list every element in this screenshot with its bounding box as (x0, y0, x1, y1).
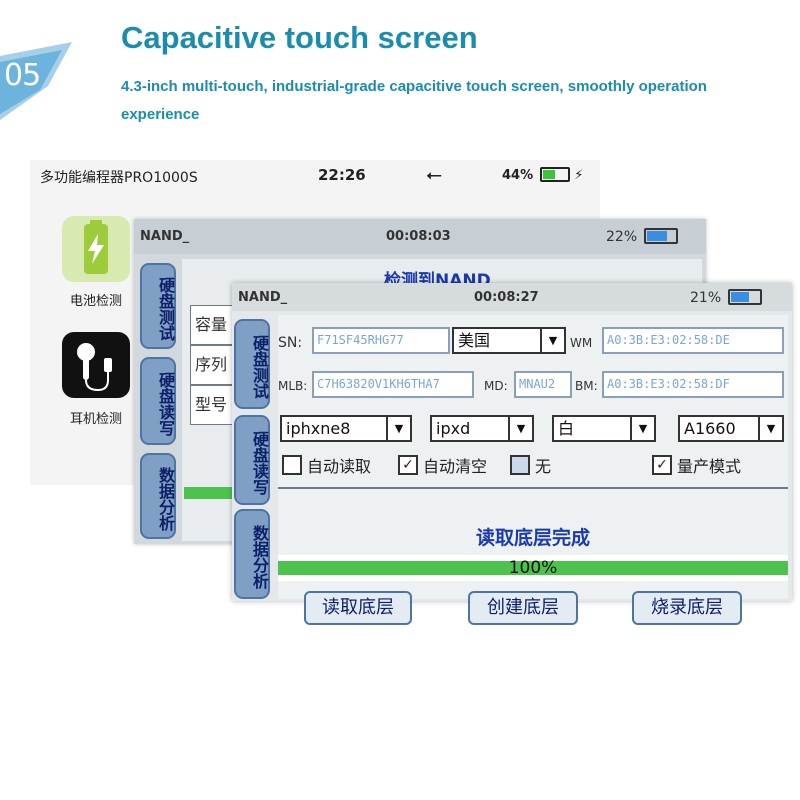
status-bar: NAND_ 00:08:27 21% (232, 283, 792, 311)
color-select[interactable]: 白 ▼ (552, 415, 656, 442)
color-value: 白 (558, 419, 575, 438)
model-label: 型号 (190, 385, 236, 425)
battery-indicator: 22% (606, 228, 678, 245)
tab-disk-test[interactable]: 硬盘测试 (140, 263, 176, 349)
type-select[interactable]: ipxd ▼ (430, 415, 534, 442)
bm-field[interactable]: A0:3B:E3:02:58:DF (602, 371, 784, 398)
tab-disk-rw[interactable]: 硬盘读写 (234, 415, 270, 505)
clock: 00:08:03 (386, 229, 451, 244)
region-value: 美国 (458, 331, 491, 350)
sn-label: SN: (278, 335, 303, 351)
region-select[interactable]: 美国 ▼ (452, 327, 566, 354)
status-bar: NAND_ 00:08:03 22% (134, 219, 706, 254)
battery-percent: 21% (690, 290, 722, 306)
status-bar: 多功能编程器PRO1000S 22:26 ⭠ 44% ⚡ (30, 160, 600, 190)
model-select[interactable]: iphxne8 ▼ (280, 415, 412, 442)
mode-label: NAND_ (238, 290, 288, 305)
battery-charge-icon (84, 220, 108, 274)
device-title: 多功能编程器PRO1000S (40, 170, 198, 186)
md-field[interactable]: MNAU2 (514, 371, 572, 398)
serial-label: 序列 (190, 345, 236, 385)
mass-production-label: 量产模式 (677, 457, 742, 476)
check-icon: ✓ (652, 455, 672, 475)
disk-rw-screen: NAND_ 00:08:27 21% 硬盘测试 硬盘读写 数据分析 SN: F7… (232, 283, 792, 625)
clock: 22:26 (318, 166, 366, 184)
type-value: ipxd (436, 419, 471, 438)
version-select[interactable]: A1660 ▼ (678, 415, 784, 442)
wm-field[interactable]: A0:3B:E3:02:58:DE (602, 327, 784, 354)
earphone-test-app[interactable] (62, 332, 130, 398)
auto-read-label: 自动读取 (307, 457, 372, 476)
usb-icon: ⭠ (426, 162, 442, 186)
battery-icon (539, 167, 570, 182)
battery-icon (727, 289, 762, 305)
tab-data-analysis[interactable]: 数据分析 (234, 509, 270, 599)
auto-clear-checkbox[interactable]: ✓ 自动清空 (398, 453, 487, 477)
mlb-label: MLB: (278, 379, 308, 393)
none-checkbox[interactable]: 无 (510, 453, 551, 477)
md-label: MD: (484, 379, 508, 393)
burn-base-button[interactable]: 烧录底层 (632, 591, 742, 625)
section-number: 05 (4, 58, 41, 93)
page-title: Capacitive touch screen (121, 20, 478, 55)
battery-percent: 22% (606, 229, 638, 245)
divider (278, 487, 788, 489)
create-base-button[interactable]: 创建底层 (468, 591, 578, 625)
wm-label: WM (570, 336, 593, 350)
chevron-down-icon: ▼ (508, 417, 532, 440)
version-value: A1660 (684, 419, 736, 438)
status-message: 读取底层完成 (475, 527, 590, 549)
progress-bar: 100% (278, 555, 788, 581)
sn-field[interactable]: F71SF45RHG77 (312, 327, 450, 354)
read-base-button[interactable]: 读取底层 (304, 591, 412, 625)
chevron-down-icon: ▼ (630, 417, 654, 440)
chevron-down-icon: ▼ (540, 329, 564, 352)
none-label: 无 (535, 457, 552, 476)
chevron-down-icon: ▼ (386, 417, 410, 440)
battery-percent: 44% (502, 168, 534, 183)
progress-label: 100% (508, 558, 558, 578)
auto-read-checkbox[interactable]: 自动读取 (282, 453, 371, 477)
mlb-field[interactable]: C7H63820V1KH6THA7 (312, 371, 474, 398)
earphone-icon (77, 343, 112, 392)
page-subtitle: 4.3-inch multi-touch, industrial-grade c… (121, 78, 707, 123)
earphone-test-label: 耳机检测 (69, 412, 122, 427)
model-value: iphxne8 (286, 419, 351, 438)
chevron-down-icon: ▼ (758, 417, 782, 440)
checkbox-box (510, 455, 530, 475)
battery-test-app[interactable] (62, 216, 130, 282)
tab-disk-rw[interactable]: 硬盘读写 (140, 357, 176, 445)
mass-production-checkbox[interactable]: ✓ 量产模式 (652, 453, 741, 477)
checkbox-box (282, 455, 302, 475)
battery-indicator: 21% (690, 289, 762, 306)
tab-data-analysis[interactable]: 数据分析 (140, 453, 176, 539)
clock: 00:08:27 (474, 290, 539, 305)
mode-label: NAND_ (140, 229, 190, 244)
battery-icon (643, 228, 678, 244)
capacity-label: 容量 (190, 305, 236, 345)
check-icon: ✓ (398, 455, 418, 475)
battery-indicator: 44% ⚡ (502, 167, 583, 183)
charging-icon: ⚡ (574, 168, 584, 183)
auto-clear-label: 自动清空 (423, 457, 488, 476)
battery-test-label: 电池检测 (69, 294, 122, 309)
rw-panel: SN: F71SF45RHG77 美国 ▼ WM A0:3B:E3:02:58:… (278, 315, 788, 625)
tab-disk-test[interactable]: 硬盘测试 (234, 319, 270, 409)
bm-label: BM: (575, 379, 598, 393)
